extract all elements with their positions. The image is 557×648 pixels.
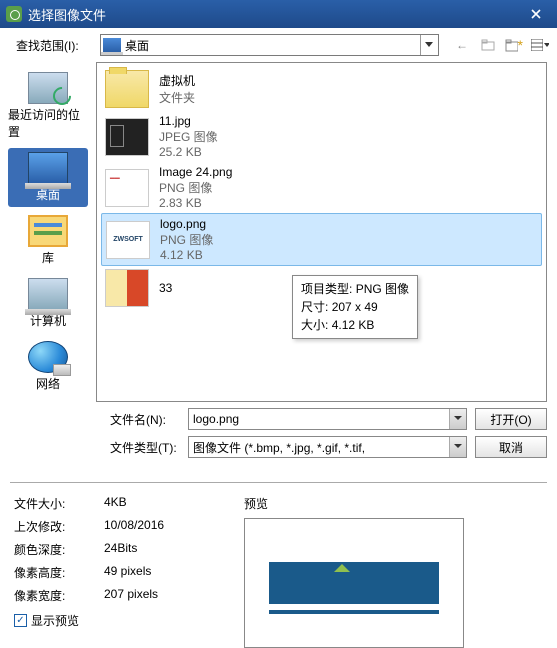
place-label: 库 — [42, 249, 54, 266]
place-label: 最近访问的位置 — [8, 106, 88, 140]
prop-filesize-value: 4KB — [104, 495, 127, 512]
prop-height-value: 49 pixels — [104, 564, 151, 581]
place-library[interactable]: 库 — [8, 211, 88, 270]
place-pc[interactable]: 计算机 — [8, 274, 88, 333]
file-thumbnail — [105, 269, 149, 307]
file-item[interactable]: 11.jpgJPEG 图像25.2 KB — [101, 111, 542, 162]
file-type: PNG 图像 — [160, 231, 213, 248]
up-button[interactable] — [479, 36, 497, 54]
file-type: JPEG 图像 — [159, 128, 218, 145]
file-name: 33 — [159, 281, 172, 295]
view-menu-button[interactable] — [531, 36, 549, 54]
file-list[interactable]: 虚拟机文件夹11.jpgJPEG 图像25.2 KBImage 24.pngPN… — [96, 62, 547, 402]
prop-height-label: 像素高度: — [14, 564, 104, 581]
prop-lastmod-label: 上次修改: — [14, 518, 104, 535]
preview-box — [244, 518, 464, 648]
file-name: logo.png — [160, 217, 213, 231]
location-text: 桌面 — [125, 37, 420, 54]
lookin-label: 查找范围(I): — [16, 37, 94, 54]
preview-image — [269, 562, 439, 604]
network-icon — [28, 341, 68, 373]
open-button[interactable]: 打开(O) — [475, 408, 547, 430]
file-item[interactable]: 虚拟机文件夹 — [101, 67, 542, 111]
divider — [10, 482, 547, 483]
desktop-icon — [28, 152, 68, 184]
place-label: 网络 — [36, 375, 60, 392]
file-size: 4.12 KB — [160, 248, 213, 262]
new-folder-button[interactable]: * — [505, 36, 523, 54]
file-thumbnail — [106, 221, 150, 259]
prop-lastmod-value: 10/08/2016 — [104, 518, 164, 535]
recent-icon — [28, 72, 68, 104]
prop-filesize-label: 文件大小: — [14, 495, 104, 512]
show-preview-label: 显示预览 — [31, 612, 79, 629]
file-type: PNG 图像 — [159, 179, 232, 196]
lookin-row: 查找范围(I): 桌面 ← * — [0, 28, 557, 62]
filetype-select[interactable]: 图像文件 (*.bmp, *.jpg, *.gif, *.tif, — [188, 436, 467, 458]
prop-width-value: 207 pixels — [104, 587, 158, 604]
toolbar: ← * — [453, 36, 549, 54]
file-size: 2.83 KB — [159, 196, 232, 210]
file-tooltip: 项目类型: PNG 图像 尺寸: 207 x 49 大小: 4.12 KB — [292, 275, 418, 339]
file-name: Image 24.png — [159, 165, 232, 179]
chevron-down-icon — [420, 35, 436, 55]
cancel-button[interactable]: 取消 — [475, 436, 547, 458]
preview-label: 预览 — [244, 495, 464, 512]
file-size: 25.2 KB — [159, 145, 218, 159]
file-thumbnail — [105, 118, 149, 156]
desktop-icon — [103, 38, 121, 52]
file-item[interactable]: Image 24.pngPNG 图像2.83 KB — [101, 162, 542, 213]
place-desktop[interactable]: 桌面 — [8, 148, 88, 207]
place-recent[interactable]: 最近访问的位置 — [8, 68, 88, 144]
file-thumbnail — [105, 169, 149, 207]
window-title: 选择图像文件 — [28, 5, 521, 24]
close-button[interactable] — [521, 4, 551, 24]
place-network[interactable]: 网络 — [8, 337, 88, 396]
file-thumbnail — [105, 70, 149, 108]
back-button[interactable]: ← — [453, 36, 471, 54]
titlebar: 选择图像文件 — [0, 0, 557, 28]
filename-input[interactable]: logo.png — [188, 408, 467, 430]
library-icon — [28, 215, 68, 247]
filename-label: 文件名(N): — [110, 411, 180, 428]
file-name: 虚拟机 — [159, 72, 195, 89]
prop-width-label: 像素宽度: — [14, 587, 104, 604]
prop-depth-value: 24Bits — [104, 541, 137, 558]
places-bar: 最近访问的位置桌面库计算机网络 — [0, 62, 96, 402]
close-icon — [531, 9, 541, 19]
properties-panel: 文件大小:4KB 上次修改:10/08/2016 颜色深度:24Bits 像素高… — [14, 495, 224, 648]
pc-icon — [28, 278, 68, 310]
app-icon — [6, 6, 22, 22]
filetype-label: 文件类型(T): — [110, 439, 180, 456]
file-name: 11.jpg — [159, 114, 218, 128]
location-combo[interactable]: 桌面 — [100, 34, 439, 56]
prop-depth-label: 颜色深度: — [14, 541, 104, 558]
show-preview-checkbox[interactable]: ✓ — [14, 614, 27, 627]
file-type: 文件夹 — [159, 89, 195, 106]
file-item[interactable]: logo.pngPNG 图像4.12 KB — [101, 213, 542, 266]
